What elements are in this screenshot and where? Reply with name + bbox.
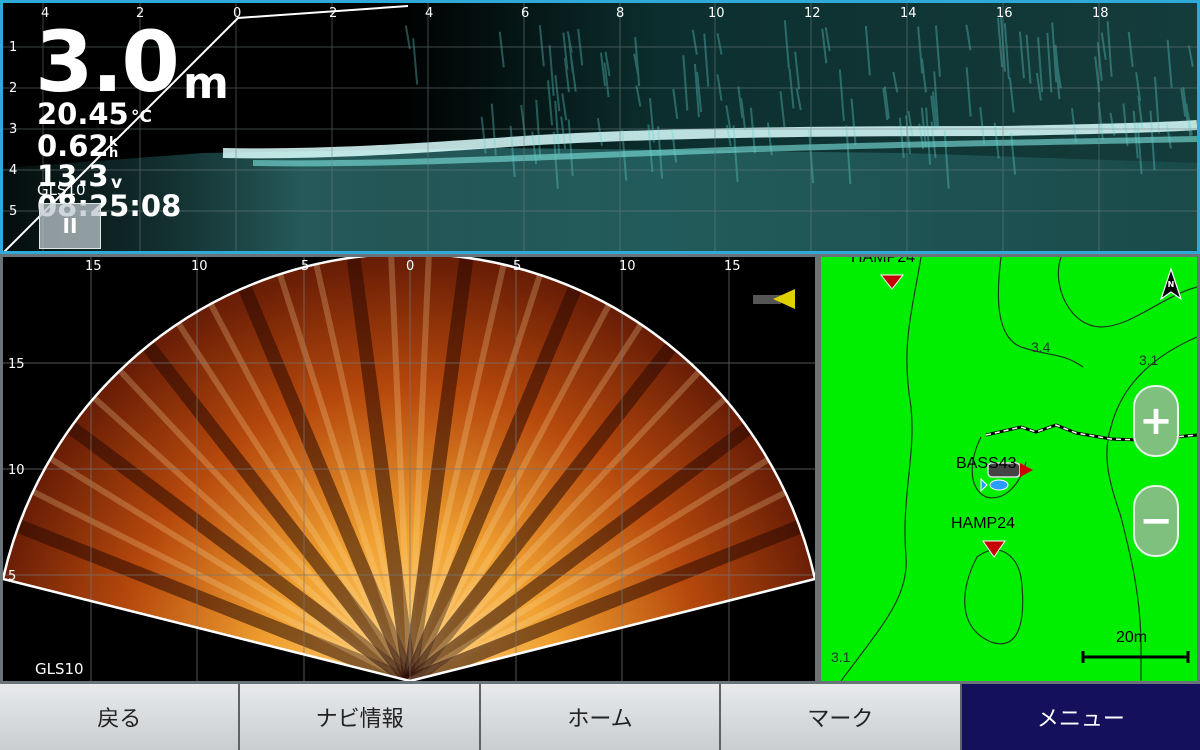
contour-label: 3.1 — [831, 649, 851, 665]
depth-tick: 1 — [9, 40, 17, 55]
menu-button[interactable]: メニュー — [962, 684, 1200, 750]
range-tick: 16 — [996, 6, 1013, 21]
range-tick: 10 — [619, 259, 636, 274]
livescope-sonar-panel[interactable]: 15 10 5 0 5 10 15 15 10 5 GLS10 — [0, 254, 818, 684]
range-tick: 15 — [85, 259, 102, 274]
range-tick: 8 — [616, 6, 624, 21]
range-tick: 5 — [301, 259, 309, 274]
bottom-button-bar: 戻る ナビ情報 ホーム マーク メニュー — [0, 684, 1200, 750]
contour-label: 3.1 — [1139, 352, 1159, 368]
depth-unit: m — [183, 58, 229, 109]
speed-unit: kh — [109, 137, 119, 159]
downscan-sonar-panel[interactable]: 4 2 0 2 4 6 8 10 12 14 16 18 1 2 3 4 5 3… — [0, 0, 1200, 254]
depth-tick: 10 — [8, 463, 25, 478]
livescope-sonar-image — [3, 257, 815, 681]
depth-readout: 3.0 — [35, 17, 178, 107]
contour-label: 3.4 — [1031, 339, 1051, 355]
range-tick: 15 — [724, 259, 741, 274]
water-temp-unit: °C — [131, 107, 152, 127]
range-tick: 12 — [804, 6, 821, 21]
range-tick: 18 — [1092, 6, 1109, 21]
waypoint-label[interactable]: HAMP24 — [951, 515, 1015, 533]
depth-tick: 5 — [9, 204, 17, 219]
pause-button[interactable]: II — [39, 203, 101, 249]
water-temp-readout: 20.45 — [37, 99, 129, 129]
navi-info-button[interactable]: ナビ情報 — [240, 684, 478, 750]
depth-tick: 4 — [9, 163, 17, 178]
map-panel[interactable]: 3.4 3.1 3.1 HAMP24 BASS43 HAMP24 N + − 2… — [818, 254, 1200, 684]
range-tick: 10 — [708, 6, 725, 21]
transducer-label: GLS10 — [35, 660, 84, 678]
scale-label: 20m — [1116, 629, 1147, 647]
range-tick: 5 — [513, 259, 521, 274]
speed-readout: 0.62 — [37, 131, 109, 161]
home-button[interactable]: ホーム — [481, 684, 719, 750]
range-tick: 6 — [521, 6, 529, 21]
sonar-display: 4 2 0 2 4 6 8 10 12 14 16 18 1 2 3 4 5 3… — [0, 0, 1200, 750]
mark-button[interactable]: マーク — [721, 684, 959, 750]
downscan-sonar-image — [3, 3, 1197, 251]
range-tick: 10 — [191, 259, 208, 274]
zoom-out-button[interactable]: − — [1133, 485, 1179, 557]
depth-tick: 2 — [9, 81, 17, 96]
north-label: N — [1166, 280, 1176, 289]
back-button[interactable]: 戻る — [0, 684, 238, 750]
range-tick: 4 — [425, 6, 433, 21]
waypoint-label[interactable]: BASS43 — [956, 455, 1016, 473]
range-tick: 2 — [329, 6, 337, 21]
range-tick: 14 — [900, 6, 917, 21]
depth-tick: 5 — [8, 569, 16, 584]
waypoint-label[interactable]: HAMP24 — [851, 254, 915, 267]
transducer-label: GLS10 — [37, 181, 86, 199]
zoom-in-button[interactable]: + — [1133, 385, 1179, 457]
depth-tick: 3 — [9, 122, 17, 137]
range-tick: 0 — [406, 259, 414, 274]
depth-tick: 15 — [8, 357, 25, 372]
range-tick: 0 — [233, 6, 241, 21]
